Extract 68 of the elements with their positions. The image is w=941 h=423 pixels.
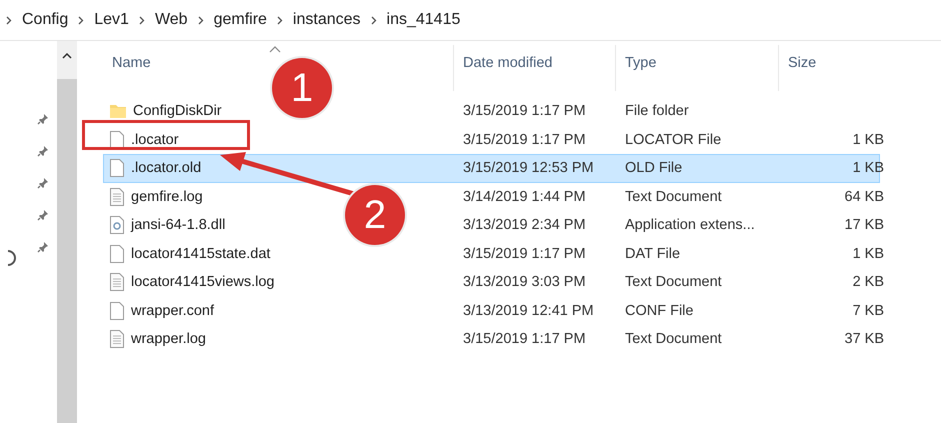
file-date: 3/13/2019 3:03 PM (462, 274, 587, 290)
file-size: 37 KB (844, 331, 885, 348)
file-size: 64 KB (844, 188, 885, 205)
gear-file-icon (110, 216, 124, 234)
breadcrumb-item[interactable]: gemfire (214, 11, 267, 29)
folder-icon (110, 104, 126, 118)
pin-icon[interactable] (37, 209, 49, 221)
file-name: wrapper.conf (131, 302, 214, 319)
file-size: 1 KB (852, 246, 885, 262)
chevron-icon (6, 16, 12, 24)
text-file-icon (110, 330, 124, 348)
file-date: 3/15/2019 12:53 PM (462, 160, 595, 176)
chevron-icon (78, 16, 84, 24)
file-name: locator41415views.log (131, 274, 274, 290)
file-size: 2 KB (852, 274, 885, 290)
file-size: 17 KB (844, 217, 885, 234)
file-name: locator41415state.dat (131, 246, 270, 262)
text-file-icon (110, 188, 124, 206)
file-date: 3/15/2019 1:17 PM (462, 246, 587, 262)
file-type: LOCATOR File (624, 132, 722, 148)
file-name: .locator.old (131, 160, 202, 176)
chevron-icon (276, 16, 283, 24)
file-name: .locator (131, 132, 179, 148)
file-date: 3/13/2019 12:41 PM (462, 302, 595, 319)
file-type: File folder (624, 103, 690, 120)
pin-icon[interactable] (37, 145, 49, 157)
file-type: Application extens... (624, 217, 756, 234)
chevron-icon (138, 16, 145, 24)
breadcrumb-item[interactable]: Config (22, 11, 68, 29)
chevron-icon (198, 16, 204, 24)
chevron-icon (370, 16, 377, 24)
file-type: Text Document (624, 188, 723, 205)
file-icon (110, 130, 124, 149)
column-header[interactable]: Name (112, 55, 151, 71)
breadcrumb-item[interactable]: Lev1 (94, 11, 129, 29)
text-file-icon (110, 273, 124, 292)
pin-icon[interactable] (37, 113, 49, 125)
file-date: 3/15/2019 1:17 PM (462, 331, 587, 348)
file-date: 3/15/2019 1:17 PM (462, 103, 587, 120)
column-header[interactable]: Type (625, 55, 656, 71)
file-type: CONF File (624, 302, 694, 319)
file-icon (110, 302, 124, 320)
file-date: 3/13/2019 2:34 PM (462, 217, 587, 234)
column-header[interactable]: Date modified (463, 55, 552, 71)
file-icon (110, 244, 124, 263)
file-date: 3/14/2019 1:44 PM (462, 188, 587, 205)
scroll-up-icon[interactable] (62, 53, 72, 59)
column-header[interactable]: Size (788, 55, 816, 71)
number-badge: 2 (345, 185, 405, 245)
breadcrumb-item[interactable]: ins_41415 (386, 11, 460, 29)
file-icon (110, 159, 124, 178)
breadcrumb-item[interactable]: instances (292, 11, 361, 29)
breadcrumb-item[interactable]: Web (154, 11, 188, 29)
number-badge: 1 (272, 58, 332, 118)
pin-icon[interactable] (37, 241, 49, 253)
pin-icon[interactable] (37, 177, 49, 189)
file-name: ConfigDiskDir (133, 103, 222, 120)
file-name: jansi-64-1.8.dll (131, 217, 226, 234)
file-type: OLD File (624, 160, 684, 176)
file-size: 7 KB (852, 302, 885, 319)
file-type: Text Document (624, 274, 723, 290)
file-date: 3/15/2019 1:17 PM (462, 132, 587, 148)
file-type: Text Document (624, 331, 723, 348)
file-name: wrapper.log (131, 331, 206, 348)
sort-caret-icon (269, 45, 281, 53)
file-type: DAT File (624, 246, 682, 262)
file-size: 1 KB (852, 132, 885, 148)
file-name: gemfire.log (131, 188, 203, 205)
